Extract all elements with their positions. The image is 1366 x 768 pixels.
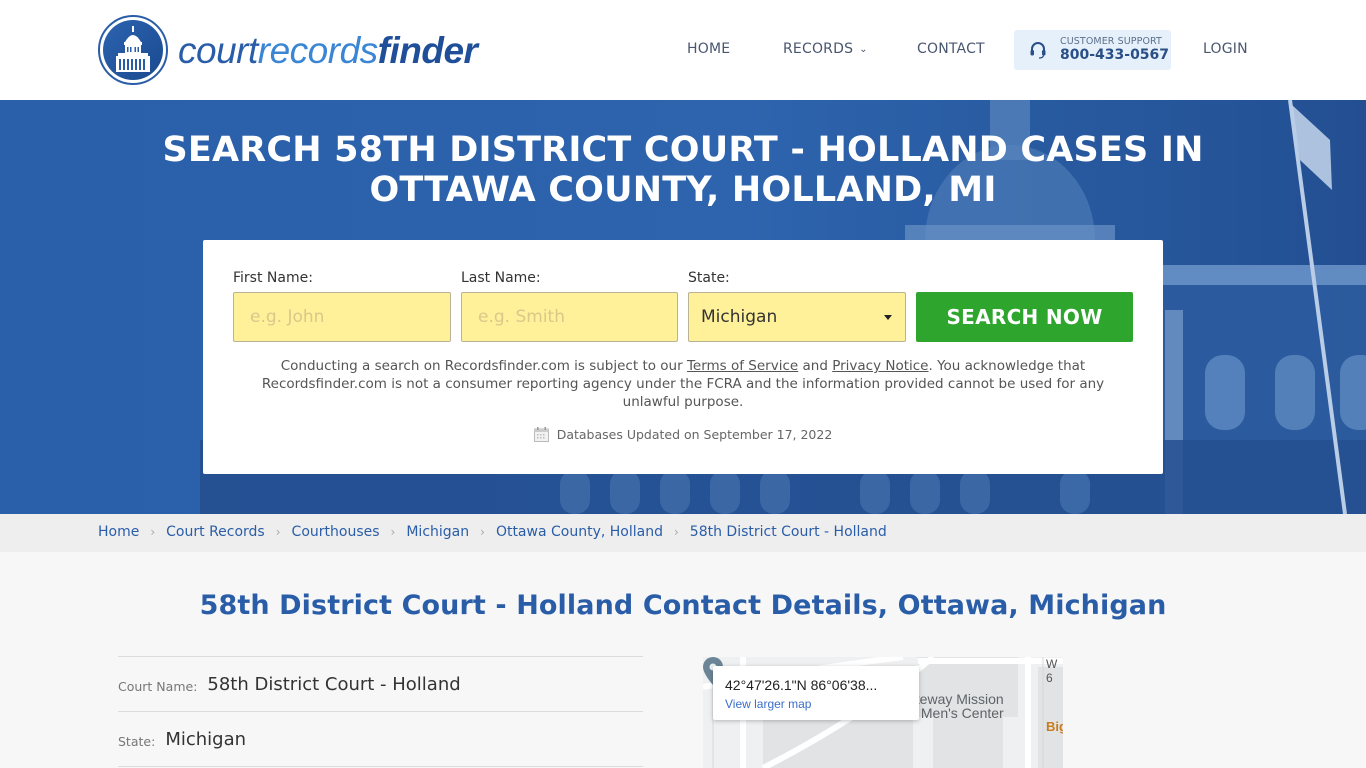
detail-label: Court Name:: [118, 678, 198, 694]
breadcrumb-courthouses[interactable]: Courthouses: [292, 524, 380, 540]
chevron-right-icon: ›: [673, 525, 679, 539]
last-name-label: Last Name:: [461, 270, 541, 286]
breadcrumb-ottawa-county[interactable]: Ottawa County, Holland: [496, 524, 663, 540]
site-header: courtrecordsfinder HOME RECORDS ⌄ CONTACT…: [0, 0, 1366, 100]
embedded-map[interactable]: W 6 ateway Mission Men's Center Big 42°4…: [703, 657, 1063, 768]
calendar-icon: [533, 427, 549, 442]
detail-row-state: State: Michigan: [118, 711, 643, 766]
last-name-input[interactable]: [461, 292, 678, 342]
map-poi-line2: Men's Center: [920, 705, 1004, 721]
headset-icon: [1030, 42, 1046, 59]
support-label: CUSTOMER SUPPORT: [1060, 36, 1162, 47]
logo-wordmark: courtrecordsfinder: [178, 29, 478, 71]
breadcrumb-court-records[interactable]: Court Records: [166, 524, 265, 540]
view-larger-map-link[interactable]: View larger map: [725, 697, 811, 711]
search-disclaimer: Conducting a search on Recordsfinder.com…: [243, 357, 1123, 411]
map-coordinates: 42°47'26.1"N 86°06'38...: [725, 677, 878, 693]
nav-records-label: RECORDS: [783, 41, 854, 57]
nav-records[interactable]: RECORDS ⌄: [783, 41, 868, 57]
detail-value: Michigan: [165, 728, 247, 750]
logo-part-court: court: [178, 29, 258, 71]
logo-link[interactable]: courtrecordsfinder: [98, 15, 478, 85]
chevron-right-icon: ›: [150, 525, 156, 539]
hero-section: SEARCH 58TH DISTRICT COURT - HOLLAND CAS…: [0, 100, 1366, 514]
chevron-down-icon: ⌄: [859, 44, 868, 55]
breadcrumb-michigan[interactable]: Michigan: [406, 524, 469, 540]
search-now-button[interactable]: SEARCH NOW: [916, 292, 1133, 342]
logo-part-finder: finder: [377, 29, 478, 71]
support-phone[interactable]: 800-433-0567: [1060, 47, 1169, 63]
database-updated-note: Databases Updated on September 17, 2022: [203, 427, 1163, 442]
database-updated-text: Databases Updated on September 17, 2022: [556, 427, 833, 442]
caret-down-icon: [884, 315, 892, 320]
disclaimer-text-pre: Conducting a search on Recordsfinder.com…: [280, 358, 687, 374]
breadcrumb-current-court[interactable]: 58th District Court - Holland: [690, 524, 887, 540]
capitol-logo-icon: [98, 15, 168, 85]
map-road-label: W 6: [1046, 657, 1058, 685]
nav-home[interactable]: HOME: [687, 41, 730, 57]
disclaimer-text-mid: and: [798, 358, 833, 374]
court-details-list: Court Name: 58th District Court - Hollan…: [118, 656, 643, 768]
first-name-label: First Name:: [233, 270, 313, 286]
detail-value: 58th District Court - Holland: [207, 673, 461, 695]
map-poi2-label: Big: [1046, 719, 1063, 734]
first-name-input[interactable]: [233, 292, 451, 342]
state-select[interactable]: Michigan: [688, 292, 906, 342]
breadcrumb: Home › Court Records › Courthouses › Mic…: [0, 514, 1366, 552]
map-poi-line1: ateway Mission: [908, 691, 1004, 707]
page-title: 58th District Court - Holland Contact De…: [199, 590, 1167, 621]
chevron-right-icon: ›: [275, 525, 281, 539]
logo-part-records: records: [257, 29, 378, 71]
hero-title: SEARCH 58TH DISTRICT COURT - HOLLAND CAS…: [162, 130, 1204, 210]
customer-support-box[interactable]: CUSTOMER SUPPORT 800-433-0567: [1014, 30, 1171, 70]
state-label: State:: [688, 270, 730, 286]
breadcrumb-home[interactable]: Home: [98, 524, 139, 540]
chevron-right-icon: ›: [390, 525, 396, 539]
map-poi-label: ateway Mission Men's Center: [908, 692, 1004, 720]
nav-contact[interactable]: CONTACT: [917, 41, 985, 57]
state-select-value: Michigan: [701, 307, 778, 327]
map-info-card: 42°47'26.1"N 86°06'38... View larger map: [713, 666, 919, 720]
nav-login[interactable]: LOGIN: [1203, 41, 1248, 57]
privacy-notice-link[interactable]: Privacy Notice: [832, 358, 928, 374]
detail-row-court-name: Court Name: 58th District Court - Hollan…: [118, 656, 643, 711]
search-form: First Name: Last Name: State: Michigan S…: [203, 240, 1163, 474]
detail-label: State:: [118, 733, 156, 749]
terms-of-service-link[interactable]: Terms of Service: [687, 358, 798, 374]
chevron-right-icon: ›: [480, 525, 485, 539]
